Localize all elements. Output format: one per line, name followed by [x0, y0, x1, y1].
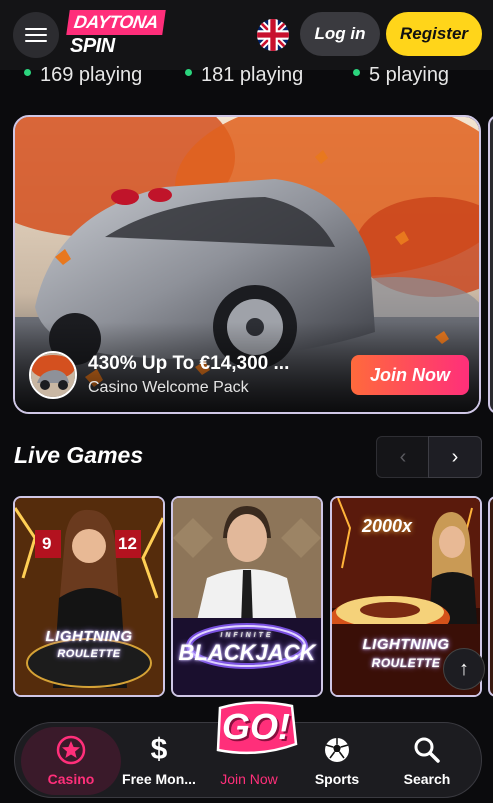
- nav-label: Sports: [314, 771, 360, 787]
- brand-logo[interactable]: DAYTONA SPIN: [66, 10, 166, 60]
- brand-logo-top: DAYTONA: [66, 10, 166, 35]
- uk-flag-icon[interactable]: [257, 19, 289, 51]
- menu-button[interactable]: [13, 12, 59, 58]
- soccer-ball-icon: [323, 735, 351, 765]
- game-card[interactable]: INFINITE BLACKJACK: [171, 496, 323, 697]
- nav-item-free-money[interactable]: $ Free Mon...: [113, 723, 205, 797]
- nav-item-sports[interactable]: Sports: [293, 723, 381, 797]
- chevron-right-icon: ›: [451, 445, 459, 468]
- playing-count: 169 playing: [24, 64, 142, 87]
- game-title-line2: ROULETTE: [57, 648, 121, 660]
- nav-item-casino[interactable]: Casino: [21, 723, 121, 797]
- promo-thumbnail: [29, 351, 77, 399]
- live-dot-icon: [353, 69, 360, 77]
- dollar-icon: $: [150, 733, 168, 766]
- roulette-number: 9: [42, 534, 52, 553]
- promo-banner[interactable]: 430% Up To €14,300 ... Casino Welcome Pa…: [13, 115, 481, 414]
- promo-subtitle: Casino Welcome Pack: [88, 379, 249, 396]
- nav-label: Search: [403, 771, 451, 787]
- game-card-image: [15, 498, 163, 695]
- scroll-to-top-button[interactable]: ↑: [443, 648, 485, 690]
- section-title-live-games: Live Games: [14, 442, 144, 468]
- playing-count: 181 playing: [185, 64, 303, 87]
- playing-count: 5 playing: [353, 64, 449, 87]
- top-header: DAYTONA SPIN Log in Register: [0, 0, 493, 70]
- menu-icon: [25, 28, 47, 30]
- promo-title: 430% Up To €14,300 ...: [88, 353, 290, 374]
- live-dot-icon: [24, 69, 31, 77]
- register-button[interactable]: Register: [386, 12, 482, 56]
- brand-logo-bottom: SPIN: [70, 35, 115, 57]
- game-title-line2: BLACKJACK: [178, 640, 316, 665]
- next-promo-peek[interactable]: [488, 115, 493, 414]
- nav-label: Casino: [47, 771, 95, 787]
- go-badge-icon[interactable]: GO!: [214, 700, 298, 762]
- live-dot-icon: [185, 69, 192, 77]
- next-game-peek[interactable]: [488, 496, 493, 697]
- login-button[interactable]: Log in: [300, 12, 380, 56]
- go-badge-text: GO!: [222, 706, 290, 747]
- game-title-line1: INFINITE: [220, 632, 274, 639]
- multiplier-badge: 2000x: [362, 516, 413, 536]
- nav-label: Join Now: [220, 771, 278, 787]
- nav-item-search[interactable]: Search: [381, 723, 473, 797]
- chevron-left-icon: ‹: [399, 445, 407, 468]
- carousel-next-button[interactable]: ›: [428, 436, 482, 478]
- game-title-line1: LIGHTNING: [45, 628, 133, 645]
- carousel-prev-button[interactable]: ‹: [376, 436, 430, 478]
- roulette-number: 12: [118, 534, 137, 553]
- nav-label: Free Mon...: [122, 771, 196, 787]
- search-icon: [413, 735, 441, 765]
- game-card[interactable]: 9 12 LIGHTNING ROULETTE: [13, 496, 165, 697]
- star-icon: [56, 735, 86, 765]
- join-now-button[interactable]: Join Now: [351, 355, 469, 395]
- arrow-up-icon: ↑: [459, 657, 469, 680]
